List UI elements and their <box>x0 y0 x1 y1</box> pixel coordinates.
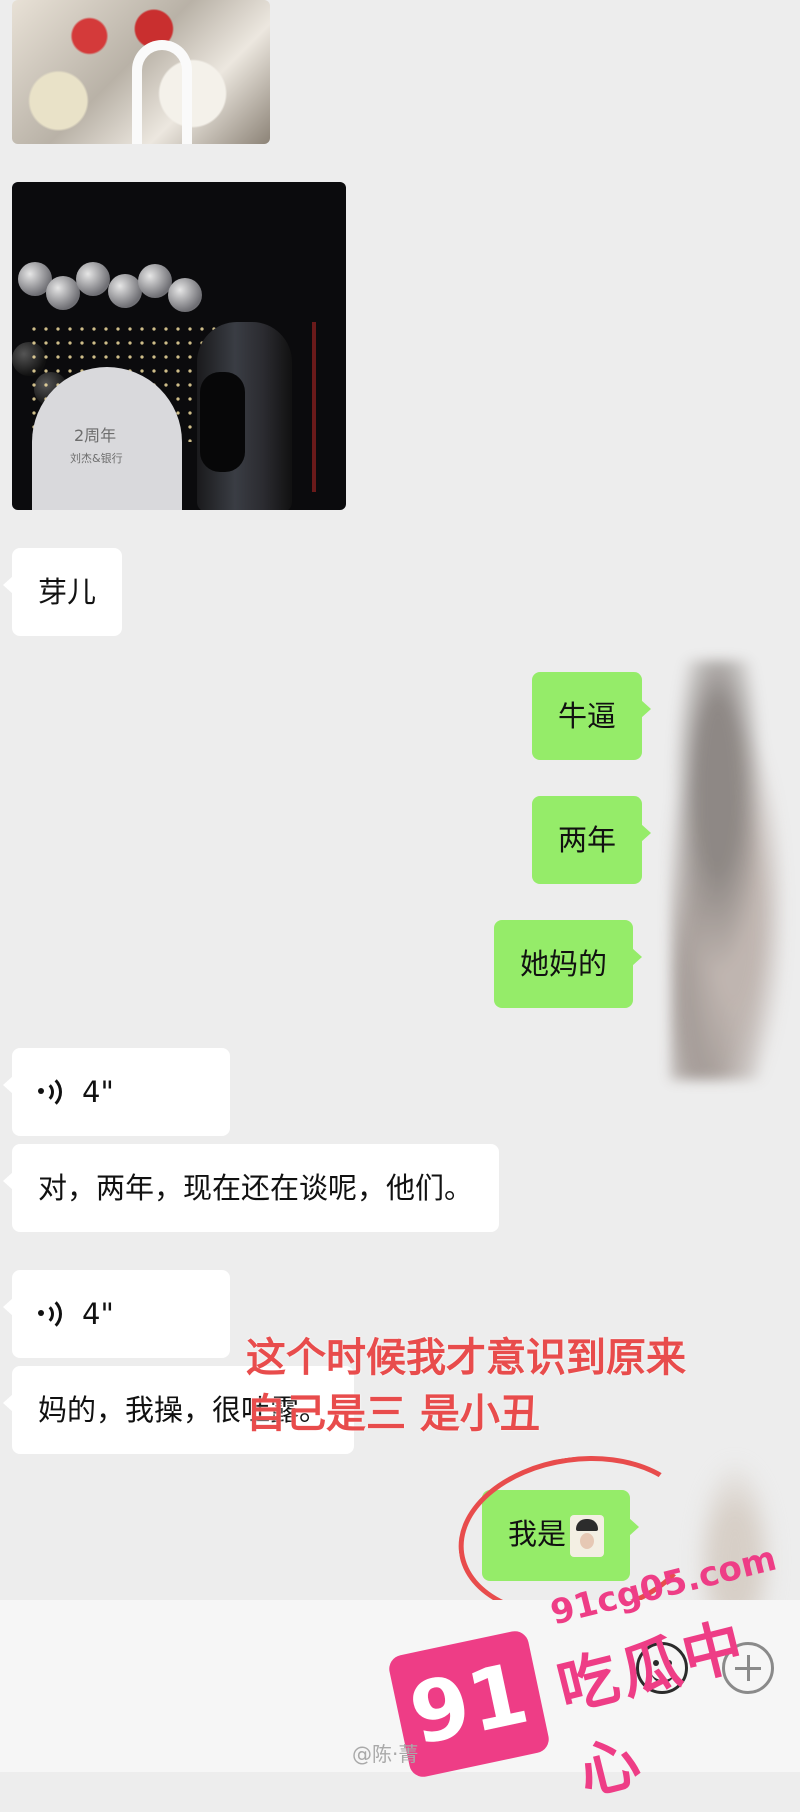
message-text: 芽儿 <box>38 575 97 609</box>
pole <box>312 322 316 492</box>
message-bubble-outgoing[interactable]: 两年 <box>532 796 652 884</box>
message-bubble-incoming[interactable]: 芽儿 <box>2 548 123 636</box>
photo-message-gifts[interactable] <box>12 0 270 144</box>
message-text: 两年 <box>558 823 617 857</box>
couple-hair <box>200 372 245 472</box>
message-text: 她妈的 <box>520 947 608 981</box>
voice-message[interactable]: 4" <box>3 1048 230 1136</box>
message-text: 对，两年，现在还在谈呢，他们。 <box>38 1171 474 1205</box>
voice-wave-icon <box>38 1296 64 1332</box>
weibo-source: @陈·菁 <box>352 1742 419 1766</box>
sign-text: 2周年 <box>74 426 117 445</box>
voice-duration: 4" <box>82 1297 114 1331</box>
message-bubble-incoming[interactable]: 对，两年，现在还在谈呢，他们。 <box>2 1144 500 1232</box>
annotation-line-1: 这个时候我才意识到原来 <box>246 1335 686 1381</box>
message-text: 牛逼 <box>558 699 617 733</box>
photo-message-anniversary[interactable]: 2周年 刘杰&银行 <box>12 182 346 510</box>
blurred-avatar <box>670 660 790 1080</box>
sign-names: 刘杰&银行 <box>70 452 123 465</box>
voice-wave-icon <box>38 1074 64 1110</box>
red-annotation: 这个时候我才意识到原来 自己是三 是小丑 <box>246 1330 766 1442</box>
voice-message[interactable]: 4" <box>3 1270 230 1358</box>
voice-duration: 4" <box>82 1075 114 1109</box>
photo-decoration <box>132 40 192 144</box>
message-bubble-outgoing[interactable]: 牛逼 <box>532 672 652 760</box>
annotation-line-2: 自己是三 是小丑 <box>246 1391 540 1437</box>
message-bubble-outgoing[interactable]: 她妈的 <box>494 920 643 1008</box>
